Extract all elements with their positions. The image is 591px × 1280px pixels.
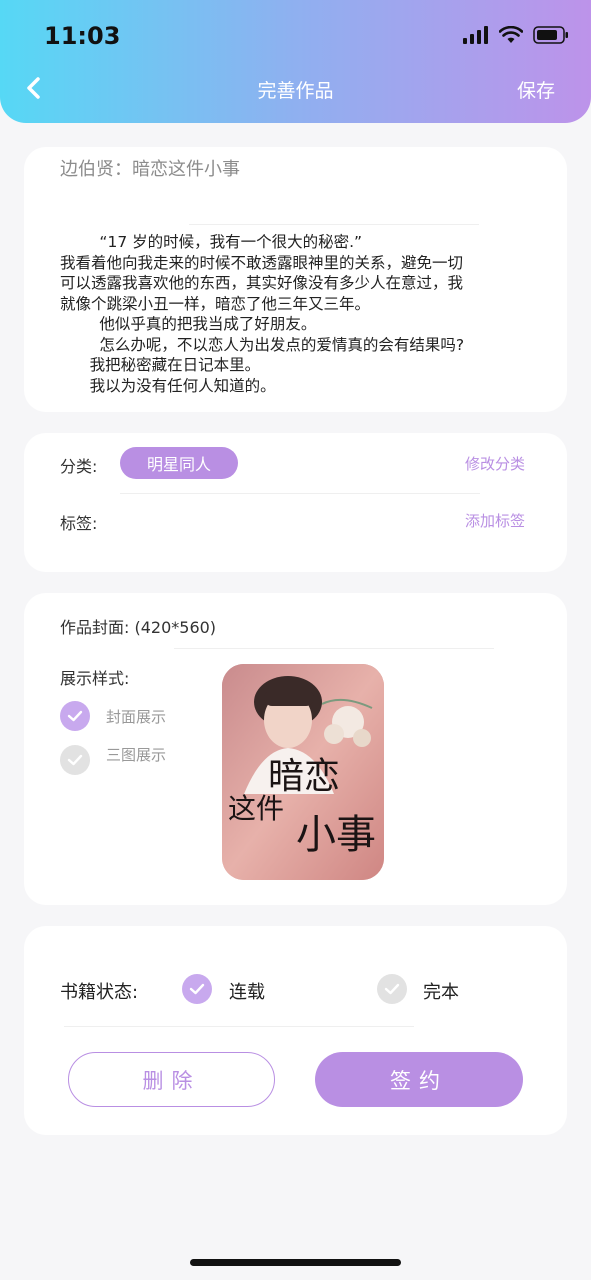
cover-label: 作品封面: (420*560) bbox=[60, 618, 217, 637]
tags-label: 标签: bbox=[60, 514, 98, 533]
status-time: 11:03 bbox=[44, 22, 121, 50]
radio-status-completed[interactable] bbox=[377, 974, 407, 1004]
header: 11:03 完善作品 保存 bbox=[0, 0, 591, 123]
book-status-card: 书籍状态: 连载 完本 删除 签约 bbox=[24, 926, 567, 1135]
wifi-icon bbox=[499, 26, 523, 43]
category-label: 分类: bbox=[60, 457, 98, 476]
radio-status-completed-label[interactable]: 完本 bbox=[423, 978, 459, 1004]
check-icon bbox=[384, 983, 400, 995]
radio-three-image-display[interactable] bbox=[60, 745, 90, 775]
radio-cover-display-label[interactable]: 封面展示 bbox=[106, 706, 166, 727]
book-status-label: 书籍状态: bbox=[60, 982, 139, 1003]
divider bbox=[64, 1026, 414, 1027]
radio-status-serializing-label[interactable]: 连载 bbox=[229, 978, 265, 1004]
cover-title-line2: 这件 bbox=[228, 792, 284, 825]
radio-status-serializing[interactable] bbox=[182, 974, 212, 1004]
edit-category-link[interactable]: 修改分类 bbox=[465, 453, 525, 474]
cover-title-line3: 小事 bbox=[296, 812, 376, 858]
cover-image[interactable]: 暗恋 这件 小事 bbox=[222, 664, 384, 880]
divider bbox=[189, 224, 479, 225]
battery-icon bbox=[533, 26, 568, 44]
home-indicator bbox=[190, 1259, 401, 1266]
divider bbox=[174, 648, 494, 649]
work-info-card: 边伯贤：暗恋这件小事 “17 岁的时候，我有一个很大的秘密.” 我看着他向我走来… bbox=[24, 147, 567, 412]
category-card: 分类: 明星同人 修改分类 标签: 添加标签 bbox=[24, 433, 567, 572]
delete-button[interactable]: 删除 bbox=[68, 1052, 275, 1107]
cover-card: 作品封面: (420*560) 展示样式: 封面展示 三图展示 暗恋 这件 小事 bbox=[24, 593, 567, 905]
sign-button[interactable]: 签约 bbox=[315, 1052, 523, 1107]
radio-three-image-display-label[interactable]: 三图展示 bbox=[106, 744, 166, 765]
work-title[interactable]: 边伯贤：暗恋这件小事 bbox=[60, 155, 240, 181]
add-tag-link[interactable]: 添加标签 bbox=[465, 510, 525, 531]
category-chip: 明星同人 bbox=[120, 447, 238, 479]
save-button[interactable]: 保存 bbox=[517, 76, 555, 103]
cover-title-line1: 暗恋 bbox=[268, 756, 340, 797]
check-icon bbox=[67, 754, 83, 766]
signal-icon bbox=[463, 26, 488, 44]
status-icons bbox=[463, 26, 569, 44]
display-style-label: 展示样式: bbox=[60, 669, 130, 688]
work-intro[interactable]: “17 岁的时候，我有一个很大的秘密.” 我看着他向我走来的时候不敢透露眼神里的… bbox=[60, 232, 530, 396]
page-title: 完善作品 bbox=[257, 80, 334, 102]
check-icon bbox=[67, 710, 83, 722]
divider bbox=[120, 493, 480, 494]
radio-cover-display[interactable] bbox=[60, 701, 90, 731]
check-icon bbox=[189, 983, 205, 995]
cover-art: 暗恋 这件 小事 bbox=[222, 664, 384, 880]
